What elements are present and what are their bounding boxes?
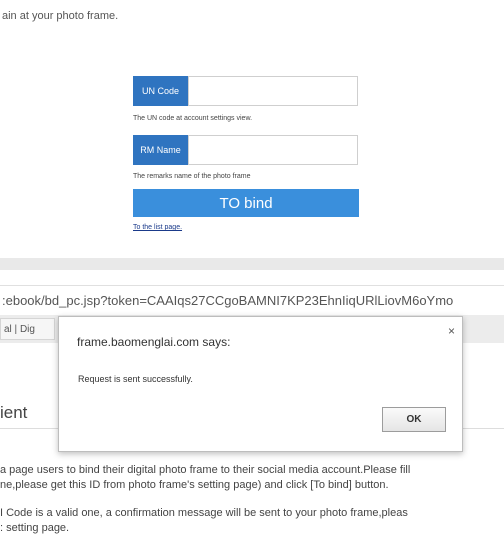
dialog-title: frame.baomenglai.com says: [77, 335, 231, 349]
paragraph-line-2: ne,please get this ID from photo frame's… [0, 479, 389, 491]
un-code-label: UN Code [133, 76, 188, 106]
un-code-input[interactable] [188, 76, 358, 106]
ok-button[interactable]: OK [382, 407, 446, 432]
rm-name-hint: The remarks name of the photo frame [133, 173, 251, 180]
alert-dialog: frame.baomenglai.com says: × Request is … [58, 316, 463, 452]
page-footer-band [0, 258, 504, 270]
page-heading: ient [0, 403, 28, 422]
to-list-page-link[interactable]: To the list page. [133, 224, 182, 231]
rm-name-input[interactable] [188, 135, 358, 165]
paragraph-line-1: a page users to bind their digital photo… [0, 464, 411, 476]
to-bind-button[interactable]: TO bind [133, 189, 359, 217]
bind-form-page: ain at your photo frame. UN Code The UN … [0, 0, 504, 258]
address-url: :ebook/bd_pc.jsp?token=CAAIqs27CCgoBAMNI… [2, 293, 454, 308]
dialog-message: Request is sent successfully. [78, 374, 193, 384]
paragraph-line-3: I Code is a valid one, a confirmation me… [0, 507, 408, 519]
address-bar[interactable]: :ebook/bd_pc.jsp?token=CAAIqs27CCgoBAMNI… [0, 285, 504, 316]
paragraph-line-4: : setting page. [0, 522, 70, 534]
close-icon[interactable]: × [448, 324, 455, 338]
browser-tab[interactable]: al | Dig [0, 318, 55, 340]
rm-name-label: RM Name [133, 135, 188, 165]
intro-text-line-1: ain at your photo frame. [2, 10, 119, 22]
un-code-hint: The UN code at account settings view. [133, 115, 253, 122]
